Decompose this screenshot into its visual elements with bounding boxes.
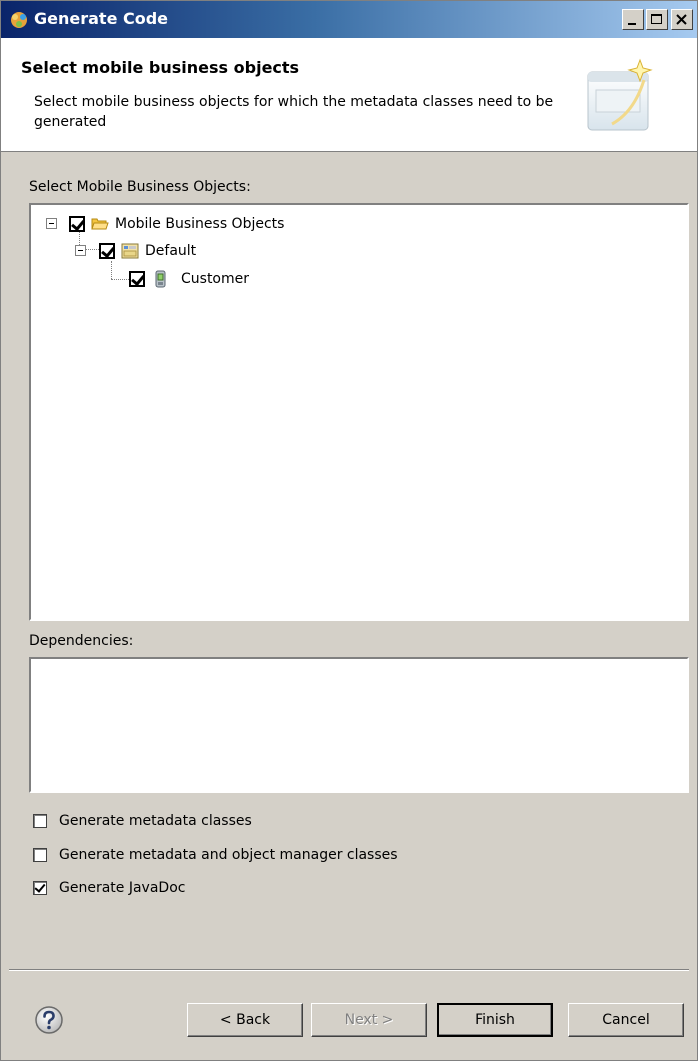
option-generate-metadata-and-object-manager-classes[interactable]: Generate metadata and object manager cla… — [33, 847, 398, 863]
tree-node-default[interactable]: Default — [99, 239, 196, 263]
close-icon — [676, 14, 687, 25]
page-description: Select mobile business objects for which… — [34, 94, 554, 130]
dependencies-label: Dependencies: — [29, 633, 134, 649]
help-icon[interactable] — [34, 1005, 64, 1035]
tree-connector — [111, 261, 112, 279]
finish-button[interactable]: Finish — [437, 1003, 553, 1037]
dependencies-list[interactable] — [29, 657, 689, 793]
close-button[interactable] — [671, 9, 693, 30]
generate-metadata-classes-checkbox[interactable] — [33, 814, 47, 828]
generate-code-dialog: Generate Code Select mobile business obj… — [0, 0, 698, 1061]
cancel-button[interactable]: Cancel — [568, 1003, 684, 1037]
option-label: Generate metadata and object manager cla… — [59, 847, 398, 863]
back-button[interactable]: < Back — [187, 1003, 303, 1037]
package-icon — [121, 243, 139, 259]
tree-node-checkbox[interactable] — [99, 243, 115, 259]
next-button[interactable]: Next > — [311, 1003, 427, 1037]
tree-label: Select Mobile Business Objects: — [29, 179, 251, 195]
collapse-icon[interactable] — [46, 218, 57, 229]
tree-node-mobile-business-objects[interactable]: Mobile Business Objects — [69, 212, 284, 236]
tree-node-checkbox[interactable] — [129, 271, 145, 287]
maximize-button[interactable] — [646, 9, 668, 30]
tree-connector — [85, 249, 99, 250]
collapse-icon[interactable] — [75, 245, 86, 256]
page-title: Select mobile business objects — [21, 58, 300, 77]
window-title: Generate Code — [34, 9, 169, 28]
generate-object-manager-classes-checkbox[interactable] — [33, 848, 47, 862]
tree-node-checkbox[interactable] — [69, 216, 85, 232]
option-label: Generate metadata classes — [59, 813, 252, 829]
tree-node-label: Default — [145, 243, 197, 259]
option-generate-metadata-classes[interactable]: Generate metadata classes — [33, 813, 252, 829]
generate-javadoc-checkbox[interactable] — [33, 881, 47, 895]
title-bar[interactable]: Generate Code — [1, 1, 697, 38]
folder-open-icon — [91, 218, 109, 230]
maximize-icon — [651, 14, 662, 24]
option-generate-javadoc[interactable]: Generate JavaDoc — [33, 880, 185, 896]
mobile-device-icon — [155, 270, 166, 288]
tree-node-label: Customer — [181, 271, 250, 287]
mbo-tree[interactable]: Mobile Business Objects Default Customer — [29, 203, 689, 621]
minimize-button[interactable] — [622, 9, 644, 30]
tree-node-label: Mobile Business Objects — [115, 216, 285, 232]
footer-separator — [9, 969, 689, 971]
tree-node-customer[interactable]: Customer — [129, 267, 249, 291]
tree-connector — [111, 279, 129, 280]
wizard-window-icon — [587, 58, 653, 131]
option-label: Generate JavaDoc — [59, 880, 186, 896]
minimize-icon — [628, 23, 636, 25]
app-icon — [11, 12, 27, 28]
wizard-banner: Select mobile business objects Select mo… — [1, 38, 697, 152]
